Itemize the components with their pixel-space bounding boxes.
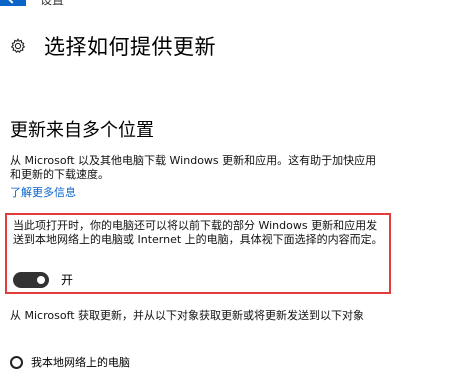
back-button[interactable] [0,0,26,6]
radio-label: 我本地网络上的电脑 [31,356,130,369]
highlight-box: 当此项打开时，你的电脑还可以将以前下载的部分 Windows 更新和应用发送到本… [5,213,391,294]
toggle-row: 开 [13,271,73,288]
section-title: 更新来自多个位置 [10,120,154,141]
breadcrumb: 设置 [40,0,64,6]
radio-local-network[interactable]: 我本地网络上的电脑 [10,354,130,370]
radio-button[interactable] [10,355,23,369]
options-description: 从 Microsoft 获取更新，并从以下对象获取更新或将更新发送到以下对象 [10,309,365,322]
toggle-state-label: 开 [61,273,74,287]
delivery-toggle[interactable] [13,271,49,288]
sharing-description: 当此项打开时，你的电脑还可以将以前下载的部分 Windows 更新和应用发送到本… [13,219,383,246]
page-title: 选择如何提供更新 [44,35,216,59]
title-bar: 设置 [0,0,474,6]
learn-more-link[interactable]: 了解更多信息 [10,184,76,200]
gear-icon [10,38,26,54]
back-arrow-icon [6,0,18,4]
toggle-knob [37,275,45,284]
section-description: 从 Microsoft 以及其他电脑下载 Windows 更新和应用。这有助于加… [10,154,377,181]
page-header: 选择如何提供更新 [10,32,216,60]
